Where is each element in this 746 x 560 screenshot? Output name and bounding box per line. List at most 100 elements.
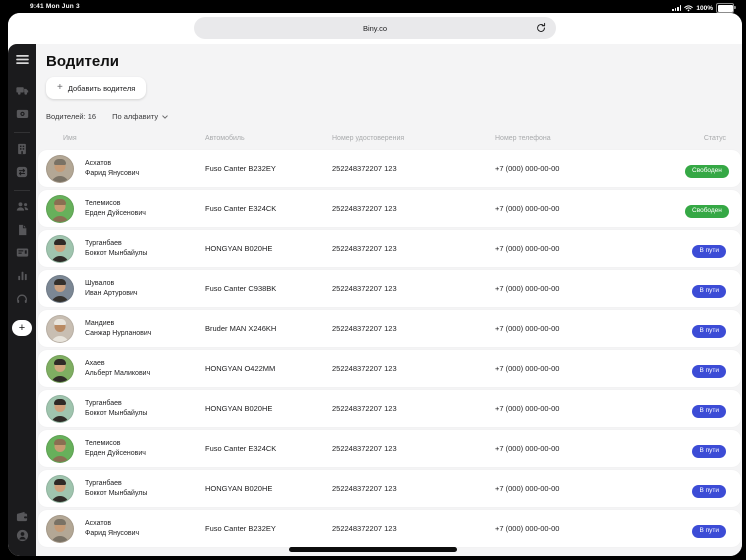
sidebar-item-transfer-icon[interactable] (15, 165, 29, 178)
sidebar-add-button[interactable]: + (12, 320, 32, 336)
sidebar-divider (14, 132, 30, 133)
sidebar-item-profile-icon[interactable] (15, 529, 29, 542)
drivers-table: АсхатовФарид Янусович Fuso Canter B232EY… (38, 150, 741, 547)
refresh-icon[interactable] (535, 22, 547, 34)
app-window: Biny.co + Водители + Добавить водителя В… (8, 13, 742, 556)
driver-license: 252248372207 123 (332, 204, 495, 213)
table-row[interactable]: АсхатовФарид Янусович Fuso Canter B232EY… (38, 150, 741, 187)
status-badge: Свободен (685, 205, 729, 219)
add-driver-button[interactable]: + Добавить водителя (46, 77, 146, 99)
driver-name: ТелемисовЕрден Дуйсенович (85, 199, 205, 218)
status-badge: В пути (692, 485, 726, 499)
table-row[interactable]: ТелемисовЕрден Дуйсенович Fuso Canter E3… (38, 430, 741, 467)
home-indicator[interactable] (289, 547, 457, 552)
driver-car: HONGYAN B020HE (205, 244, 332, 253)
driver-name: ТурганбаевБоккот Мынбайулы (85, 239, 205, 258)
driver-phone: +7 (000) 000-00-00 (495, 284, 685, 293)
col-header-phone: Номер телефона (495, 135, 685, 142)
wifi-icon (684, 5, 693, 12)
main-content: Водители + Добавить водителя Водителей: … (36, 44, 742, 556)
driver-phone: +7 (000) 000-00-00 (495, 404, 685, 413)
sidebar-item-support-icon[interactable] (15, 292, 29, 305)
status-badge: В пути (692, 405, 726, 419)
driver-license: 252248372207 123 (332, 444, 495, 453)
driver-phone: +7 (000) 000-00-00 (495, 244, 685, 253)
table-header: Имя Автомобиль Номер удостоверения Номер… (38, 135, 741, 142)
driver-name: ТелемисовЕрден Дуйсенович (85, 439, 205, 458)
table-row[interactable]: ТелемисовЕрден Дуйсенович Fuso Canter E3… (38, 190, 741, 227)
driver-license: 252248372207 123 (332, 484, 495, 493)
sidebar-item-wallet-icon[interactable] (15, 510, 29, 523)
status-badge: В пути (692, 525, 726, 539)
sidebar-item-orders-icon[interactable] (15, 246, 29, 259)
chevron-down-icon (162, 114, 168, 120)
driver-avatar (46, 155, 74, 183)
driver-avatar (46, 435, 74, 463)
table-row[interactable]: ТурганбаевБоккот Мынбайулы HONGYAN B020H… (38, 230, 741, 267)
sidebar-item-stats-icon[interactable] (15, 269, 29, 282)
driver-avatar (46, 395, 74, 423)
driver-name: АсхатовФарид Янусович (85, 519, 205, 538)
page-title: Водители (46, 53, 742, 70)
table-row[interactable]: АсхатовФарид Янусович Fuso Canter B232EY… (38, 510, 741, 547)
status-badge: В пути (692, 445, 726, 459)
driver-phone: +7 (000) 000-00-00 (495, 444, 685, 453)
driver-car: HONGYAN B020HE (205, 484, 332, 493)
driver-avatar (46, 315, 74, 343)
sidebar-item-truck-icon[interactable] (15, 84, 29, 97)
driver-car: Fuso Canter B232EY (205, 524, 332, 533)
driver-license: 252248372207 123 (332, 404, 495, 413)
drivers-count: Водителей: 16 (46, 112, 96, 121)
driver-phone: +7 (000) 000-00-00 (495, 324, 685, 333)
driver-car: HONGYAN O422MM (205, 364, 332, 373)
driver-phone: +7 (000) 000-00-00 (495, 524, 685, 533)
battery-icon (716, 3, 734, 13)
driver-avatar (46, 475, 74, 503)
driver-name: ШуваловИван Артурович (85, 279, 205, 298)
driver-license: 252248372207 123 (332, 244, 495, 253)
driver-license: 252248372207 123 (332, 364, 495, 373)
table-row[interactable]: ТурганбаевБоккот Мынбайулы HONGYAN B020H… (38, 390, 741, 427)
sidebar-item-camera-icon[interactable] (15, 107, 29, 120)
driver-name: ТурганбаевБоккот Мынбайулы (85, 479, 205, 498)
driver-name: АхаевАльберт Маликович (85, 359, 205, 378)
driver-avatar (46, 235, 74, 263)
driver-avatar (46, 515, 74, 543)
col-header-license: Номер удостоверения (332, 135, 495, 142)
battery-percent: 100% (696, 5, 713, 12)
sidebar-item-building-icon[interactable] (15, 142, 29, 155)
status-time: 9:41 Mon Jun 3 (30, 3, 80, 10)
driver-avatar (46, 275, 74, 303)
table-row[interactable]: ТурганбаевБоккот Мынбайулы HONGYAN B020H… (38, 470, 741, 507)
sidebar-menu-icon[interactable] (15, 53, 29, 65)
driver-phone: +7 (000) 000-00-00 (495, 164, 685, 173)
table-row[interactable]: АхаевАльберт Маликович HONGYAN O422MM 25… (38, 350, 741, 387)
url-bar[interactable]: Biny.co (194, 17, 556, 39)
driver-license: 252248372207 123 (332, 524, 495, 533)
table-row[interactable]: МандиевСанжар Нурланович Bruder MAN X246… (38, 310, 741, 347)
sidebar: + (8, 44, 36, 556)
driver-car: Fuso Canter B232EY (205, 164, 332, 173)
table-row[interactable]: ШуваловИван Артурович Fuso Canter C938BK… (38, 270, 741, 307)
status-bar: 9:41 Mon Jun 3 100% (0, 0, 746, 13)
sidebar-item-document-icon[interactable] (15, 223, 29, 236)
driver-name: АсхатовФарид Янусович (85, 159, 205, 178)
status-badge: В пути (692, 285, 726, 299)
driver-car: Fuso Canter E324CK (205, 204, 332, 213)
cellular-signal-icon (672, 5, 681, 11)
status-badge: Свободен (685, 165, 729, 179)
plus-icon: + (57, 83, 63, 93)
driver-license: 252248372207 123 (332, 324, 495, 333)
status-badge: В пути (692, 365, 726, 379)
sidebar-item-users-icon[interactable] (15, 200, 29, 213)
sort-dropdown[interactable]: По алфавиту (112, 112, 168, 121)
status-badge: В пути (692, 325, 726, 339)
driver-car: Fuso Canter E324CK (205, 444, 332, 453)
col-header-name: Имя (63, 135, 205, 142)
driver-phone: +7 (000) 000-00-00 (495, 364, 685, 373)
driver-car: Bruder MAN X246KH (205, 324, 332, 333)
status-badge: В пути (692, 245, 726, 259)
driver-name: ТурганбаевБоккот Мынбайулы (85, 399, 205, 418)
driver-license: 252248372207 123 (332, 284, 495, 293)
url-text: Biny.co (194, 17, 556, 39)
